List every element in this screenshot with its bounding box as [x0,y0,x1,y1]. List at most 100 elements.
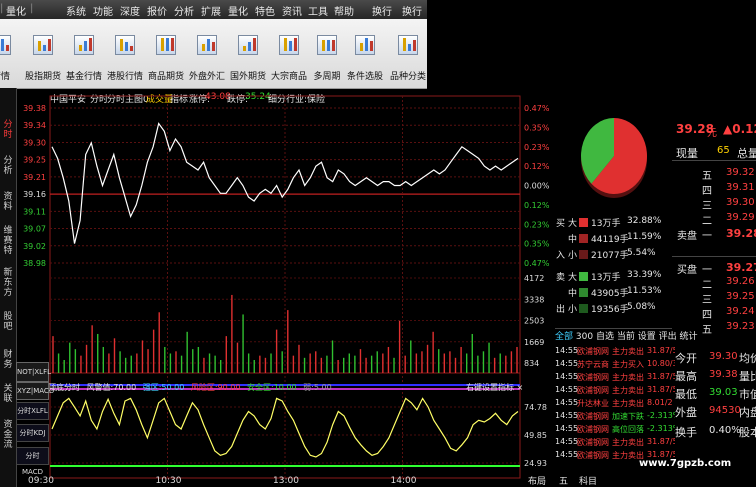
timeshare-chart[interactable]: 39.38 39.34 39.30 39.25 39.21 39.16 39.11 39.07… [16,88,555,487]
flow-swatch [579,304,588,313]
pct-tick-label: 0.35% [524,240,550,249]
pct-tick-label: 0.12% [524,162,550,171]
pct-tick-label: 0.23% [524,220,550,229]
menu-item[interactable]: 功能 [93,3,113,18]
left-tab-vst[interactable]: 维赛特 [1,226,15,256]
tick-row[interactable]: 14:55欧浦钢网加速下跌-2.313% [555,411,675,423]
stats-table: 今开 39.30 均价 最高 39.38 量比 最低 39.03 市值 外盘 94530 内盘 … [675,351,756,439]
menu-item[interactable]: 报价 [147,3,167,18]
toolbar-button[interactable]: 品种分类 [389,21,427,85]
left-tab-finance[interactable]: 财务 [1,350,15,370]
flow-swatch [579,272,588,281]
menu-item[interactable]: 扩展 [201,3,221,18]
order-flow-row: 卖大 13万手 33.39% [556,270,662,283]
toolbar: 行情 股指期货 基金行情 港股行情 商品期货 外盘外汇 国外期货 大宗商品 多周… [0,19,427,89]
menu-item-switch[interactable]: 换行 [402,3,422,18]
ask-price: 39.30 [726,197,755,208]
left-tab-timeshare[interactable]: 分时 [1,120,15,140]
left-tab-capital-flow[interactable]: 资金流 [1,420,15,450]
order-flow-row: 出小 19356手 5.08% [556,302,656,315]
ask-price: 39.31 [726,182,755,193]
indicator-tick-label: 49.85 [524,431,547,440]
menu-item[interactable]: 分析 [174,3,194,18]
pct-tick-label: 0.47% [524,259,550,268]
total-volume-label: 总量 [737,147,756,160]
tick-row[interactable]: 14:55 苏宁云商 主力买入 10.80/3 [555,359,675,371]
volume-tick-label: 2503 [524,317,544,326]
sub-tab-all[interactable]: 全部 [555,332,573,342]
menu-item[interactable]: 系统 [66,3,86,18]
tick-row[interactable]: 14:55 欧浦钢网 主力卖出 31.87/5 [555,346,675,358]
toolbar-button[interactable]: 行情 [0,21,20,85]
commodity-icon [279,35,299,55]
price-change: ▲0.12 [723,122,756,136]
bottom-tab[interactable]: 五 [559,474,568,487]
hk-icon [115,35,135,55]
watermark-text: www.7gpzb.com [639,458,732,469]
left-tabs: 分时 分析 资料 维赛特 新东方 股吧 财务 关联 资金流 [0,88,17,487]
risk-label: 风险区: [190,383,218,392]
tick-row[interactable]: 14:55 升达林业 主力卖出 8.01/2 [555,398,675,410]
price-tick-label: 39.11 [23,207,46,216]
left-tab-analysis[interactable]: 分析 [1,156,15,176]
left-tab-xdf[interactable]: 新东方 [1,268,15,298]
volume-tick-label: 1669 [524,338,544,347]
order-flow-row: 入小 21077手 5.54% [556,248,656,261]
menu-item-switch[interactable]: 换行 [372,3,392,18]
toolbar-button[interactable]: 外盘外汇 [188,21,226,85]
left-tab-forum[interactable]: 股吧 [1,312,15,332]
price-tick-label: 39.02 [23,242,46,251]
indicator-tab[interactable]: 分时KDJ [16,424,49,442]
menu-item[interactable]: 特色 [255,3,275,18]
strong-label: 强区: [142,383,162,392]
indicator-tab[interactable]: XYZ|MACD [16,382,54,400]
multi-period-icon [317,35,337,55]
menu-item[interactable]: 工具 [308,3,328,18]
toolbar-button[interactable]: 港股行情 [106,21,144,85]
menu-item[interactable]: 量化 [228,3,248,18]
volume-tick-label: 834 [524,359,539,368]
bottom-tab[interactable]: 科目 [579,474,597,487]
stat-value: 0.40% [709,425,741,436]
menu-item[interactable]: 深度 [120,3,140,18]
toolbar-button[interactable]: 国外期货 [229,21,267,85]
price-tick-label: 39.34 [23,121,46,130]
toolbar-button[interactable]: 基金行情 [65,21,103,85]
pct-tick-label: 0.47% [524,104,550,113]
tick-row[interactable]: 14:55欧浦钢网高位回落-2.313% [555,424,675,436]
safe-label: 安全区: [247,383,274,392]
toolbar-button[interactable]: 商品期货 [147,21,185,85]
tick-row[interactable]: 14:55 欧浦钢网 主力卖出 31.87/5 [555,437,675,449]
left-tab-profile[interactable]: 资料 [1,192,15,212]
forex-icon [197,35,217,55]
toolbar-button[interactable]: 股指期货 [24,21,62,85]
flow-swatch [579,250,588,259]
tick-row[interactable]: 14:55 欧浦钢网 主力卖出 31.87/5 [555,372,675,384]
right-panel: 39.28 元 ▲0.12 现量 65 总量 五39.32 四39.31 三39… [555,88,756,487]
menu-item-quant-left[interactable]: 量化 [6,3,26,18]
indicator-tab[interactable]: 分时MACD [16,447,49,476]
menu-bar: | 量化 | 系统 功能 深度 报价 分析 扩展 量化 特色 资讯 工具 帮助 … [0,0,427,20]
quote-icon [0,35,11,55]
indicator-tab[interactable]: 分时XLFL [16,402,49,420]
price-tick-label: 39.21 [23,173,46,182]
category-icon [398,35,418,55]
indicator-tab-list: NOT|XLFL XYZ|MACD 分时XLFL 分时KDJ 分时MACD [16,362,54,477]
bid-price: 39.23 [726,321,755,332]
price-tick-label: 39.30 [23,138,46,147]
stat-value: 39.30 [709,351,738,362]
tick-row[interactable]: 14:55 欧浦钢网 主力卖出 31.87/5 [555,385,675,397]
warn-label: 风警值: [86,383,114,392]
indicator-tab[interactable]: NOT|XLFL [16,362,51,382]
layout-button[interactable]: 布局 [528,474,546,487]
indicator-settings-button[interactable]: 右键设置指标 × [466,382,523,393]
menu-item[interactable]: 帮助 [334,3,354,18]
futures-icon [156,35,176,55]
left-tab-related[interactable]: 关联 [1,384,15,404]
time-tick-label: 13:00 [273,476,299,486]
order-flow-row: 中 44119手 11.59% [568,232,662,245]
toolbar-button[interactable]: 条件选股 [346,21,384,85]
menu-item[interactable]: 资讯 [282,3,302,18]
price-tick-label: 39.25 [23,156,46,165]
price-tick-label: 39.16 [23,190,46,199]
